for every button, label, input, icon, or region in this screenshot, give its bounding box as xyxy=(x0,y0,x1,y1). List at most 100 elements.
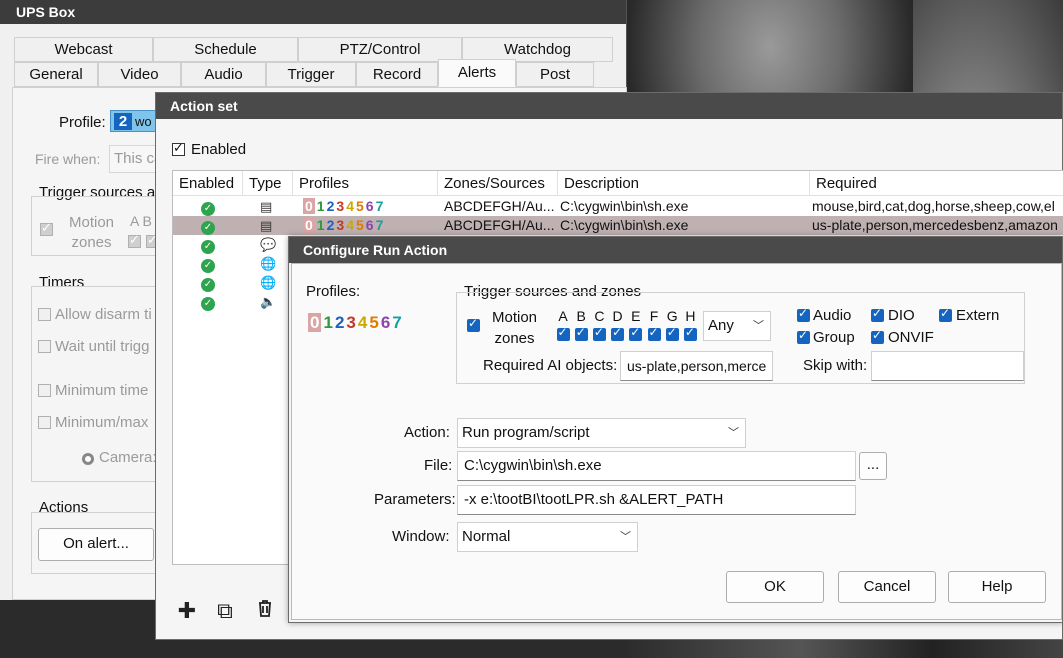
on-alert-button[interactable]: On alert... xyxy=(38,528,154,561)
enabled-checkbox[interactable] xyxy=(172,140,185,156)
zone-letters: A B xyxy=(130,213,152,229)
column-header-enabled[interactable]: Enabled xyxy=(173,171,243,196)
minimum-max-checkbox[interactable] xyxy=(38,416,51,429)
profile-digit[interactable]: 0 xyxy=(303,198,315,214)
add-icon[interactable]: ✚ xyxy=(174,598,200,624)
column-header-type[interactable]: Type xyxy=(243,171,293,196)
tab-audio[interactable]: Audio xyxy=(181,62,266,87)
zone-checkbox[interactable] xyxy=(647,325,661,342)
enabled-check-icon[interactable]: ✓ xyxy=(201,297,215,311)
dio-checkbox[interactable] xyxy=(871,306,884,322)
profile-digit[interactable]: 6 xyxy=(366,217,374,233)
enabled-check-icon[interactable]: ✓ xyxy=(201,240,215,254)
trigger-group: Motion zones ABCDEFGH Any ﹀ Audio DIO Ext… xyxy=(456,292,1025,384)
profile-select[interactable]: 2 wo xyxy=(110,110,160,132)
profile-digit[interactable]: 4 xyxy=(358,313,367,332)
chevron-down-icon: ﹀ xyxy=(620,531,631,543)
allow-disarm-checkbox[interactable] xyxy=(38,308,51,321)
tab-alerts[interactable]: Alerts xyxy=(438,59,516,87)
enabled-check-icon[interactable]: ✓ xyxy=(201,202,215,216)
cancel-button[interactable]: Cancel xyxy=(838,571,936,603)
zone-letter: A xyxy=(558,308,568,324)
row-zones: ABCDEFGH/Au... xyxy=(444,198,555,214)
parameters-input[interactable]: -x e:\tootBI\tootLPR.sh &ALERT_PATH xyxy=(457,485,856,515)
tab-schedule[interactable]: Schedule xyxy=(153,37,298,62)
audio-checkbox[interactable] xyxy=(797,306,810,322)
profile-digit[interactable]: 5 xyxy=(356,217,364,233)
action-label: Action: xyxy=(404,424,450,441)
tab-webcast[interactable]: Webcast xyxy=(14,37,153,62)
profile-digit[interactable]: 2 xyxy=(335,313,344,332)
any-select[interactable]: Any ﹀ xyxy=(703,311,771,341)
profile-digit[interactable]: 6 xyxy=(381,313,390,332)
profile-digit[interactable]: 3 xyxy=(336,217,344,233)
document-icon: ▤ xyxy=(260,218,273,233)
profile-digit[interactable]: 1 xyxy=(317,217,325,233)
profile-digit[interactable]: 1 xyxy=(323,313,332,332)
zone-checkbox[interactable] xyxy=(683,325,697,342)
profile-digit[interactable]: 1 xyxy=(317,198,325,214)
column-header-description[interactable]: Description xyxy=(558,171,810,196)
profile-digit[interactable]: 3 xyxy=(346,313,355,332)
skip-with-input[interactable] xyxy=(871,351,1024,381)
row-required: us-plate,person,mercedesbenz,amazon xyxy=(812,217,1058,233)
file-input[interactable]: C:\cygwin\bin\sh.exe xyxy=(457,451,856,481)
profile-digit[interactable]: 4 xyxy=(346,217,354,233)
profile-digit[interactable]: 7 xyxy=(376,198,384,214)
window-select[interactable]: Normal ﹀ xyxy=(457,522,638,552)
table-row[interactable]: ✓ ▤ 0 1 2 3 4 5 6 7 ABCDEFGH/Au... C:\cygwin\bin\sh… xyxy=(173,216,1063,235)
trash-icon[interactable] xyxy=(252,598,278,624)
zone-letter: C xyxy=(594,308,605,324)
motion-zones-checkbox[interactable] xyxy=(40,220,53,236)
column-header-required[interactable]: Required xyxy=(810,171,1063,196)
table-row[interactable]: ✓ ▤ 0 1 2 3 4 5 6 7 ABCDEFGH/Au... C:\cygwin\bin\sh… xyxy=(173,197,1063,216)
column-header-zones[interactable]: Zones/Sources xyxy=(438,171,558,196)
zone-checkbox[interactable] xyxy=(629,325,643,342)
tab-record[interactable]: Record xyxy=(356,62,438,87)
profile-digit[interactable]: 7 xyxy=(392,313,401,332)
enabled-check-icon[interactable]: ✓ xyxy=(201,221,215,235)
enabled-check-icon[interactable]: ✓ xyxy=(201,278,215,292)
wait-until-checkbox[interactable] xyxy=(38,340,51,353)
zone-checkbox[interactable] xyxy=(611,325,625,342)
zone-checkbox[interactable] xyxy=(592,325,606,342)
duplicate-icon[interactable]: ⧉ xyxy=(212,598,238,624)
tab-trigger[interactable]: Trigger xyxy=(266,62,356,87)
profiles-selector[interactable]: 01234567 xyxy=(308,313,404,333)
required-ai-input[interactable]: us-plate,person,merce xyxy=(620,351,773,381)
tab-post[interactable]: Post xyxy=(516,62,594,87)
profile-digit[interactable]: 5 xyxy=(369,313,378,332)
profile-digit[interactable]: 5 xyxy=(356,198,364,214)
wait-until-label: Wait until trigg xyxy=(55,338,150,355)
profile-digit[interactable]: 3 xyxy=(336,198,344,214)
browse-button[interactable]: ... xyxy=(859,452,887,480)
zone-a-checkbox[interactable] xyxy=(128,232,141,248)
action-select[interactable]: Run program/script ﹀ xyxy=(457,418,746,448)
extern-checkbox[interactable] xyxy=(939,306,952,322)
tab-video[interactable]: Video xyxy=(98,62,181,87)
profile-digit[interactable]: 2 xyxy=(327,198,335,214)
timers-group: Allow disarm ti Wait until trigg Minimum… xyxy=(31,286,171,482)
group-checkbox[interactable] xyxy=(797,328,810,344)
enabled-check-icon[interactable]: ✓ xyxy=(201,259,215,273)
column-header-profiles[interactable]: Profiles xyxy=(293,171,438,196)
zone-letter: B xyxy=(576,308,586,324)
tab-general[interactable]: General xyxy=(14,62,98,87)
minimum-time-checkbox[interactable] xyxy=(38,384,51,397)
motion-zones-checkbox[interactable] xyxy=(467,316,480,332)
ok-button[interactable]: OK xyxy=(726,571,824,603)
help-button[interactable]: Help xyxy=(948,571,1046,603)
profile-digit[interactable]: 0 xyxy=(308,313,322,332)
any-value: Any xyxy=(708,317,734,334)
zone-checkbox[interactable] xyxy=(574,325,588,342)
zone-checkbox[interactable] xyxy=(665,325,679,342)
profile-digit[interactable]: 2 xyxy=(327,217,335,233)
profile-digit[interactable]: 4 xyxy=(346,198,354,214)
profile-digit[interactable]: 0 xyxy=(303,217,315,233)
onvif-checkbox[interactable] xyxy=(871,328,884,344)
profile-digit[interactable]: 7 xyxy=(376,217,384,233)
zone-checkbox[interactable] xyxy=(556,325,570,342)
profile-digit[interactable]: 6 xyxy=(366,198,374,214)
camera-radio[interactable] xyxy=(82,453,94,465)
profiles-label: Profiles: xyxy=(306,283,361,300)
